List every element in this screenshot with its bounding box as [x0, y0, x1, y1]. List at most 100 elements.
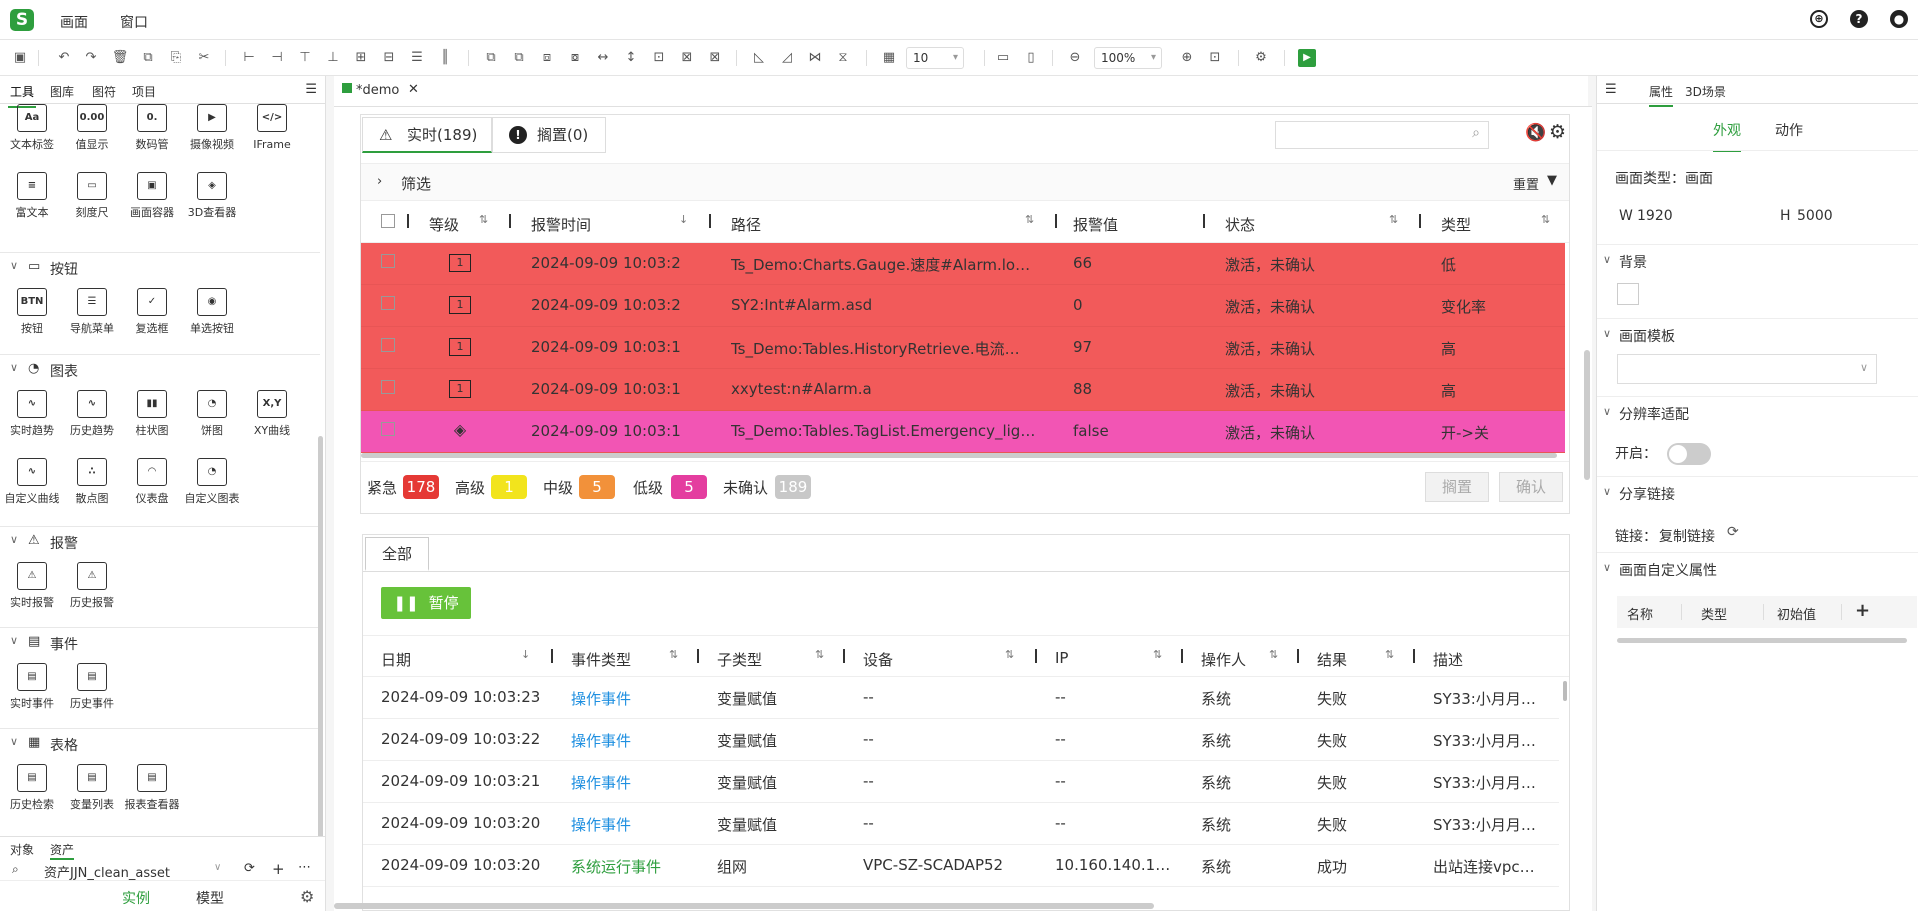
tab-action[interactable]: 动作: [1775, 120, 1803, 140]
delete-icon[interactable]: 🗑: [111, 49, 129, 67]
align-center-h-icon[interactable]: ⊞: [352, 49, 370, 67]
component-item[interactable]: ◔ 饼图: [182, 390, 242, 437]
event-type[interactable]: 操作事件: [571, 772, 631, 793]
col-alarm-value[interactable]: 报警值: [1073, 214, 1118, 235]
col-subtype[interactable]: 子类型: [717, 649, 762, 670]
component-item[interactable]: ▭ 刻度尺: [62, 172, 122, 219]
tab-objects[interactable]: 对象: [10, 841, 34, 858]
row-checkbox[interactable]: [381, 422, 395, 436]
canvas-v-scrollbar[interactable]: [1584, 350, 1590, 480]
component-item[interactable]: ▣ 画面容器: [122, 172, 182, 219]
same-size-icon[interactable]: ⊡: [650, 49, 668, 67]
section-chart[interactable]: ∨ ◔ 图表: [0, 354, 320, 382]
shelve-button[interactable]: 搁置: [1425, 472, 1489, 502]
section-alarm[interactable]: ∨ ⚠ 报警: [0, 526, 320, 554]
asset-select[interactable]: 资产JJN_clean_asset: [44, 862, 224, 881]
settings-icon[interactable]: ⚙: [1252, 49, 1270, 67]
rotate-back-icon[interactable]: ◿: [778, 49, 796, 67]
alarm-row[interactable]: 1 2024-09-09 10:03:19 Ts_Demo:Tables.Histo…: [361, 327, 1565, 369]
component-item[interactable]: ▤ 实时事件: [2, 663, 62, 710]
help-icon[interactable]: ?: [1850, 10, 1868, 28]
template-select[interactable]: ∨: [1617, 354, 1877, 384]
component-item[interactable]: ∿ 历史趋势: [62, 390, 122, 437]
component-item[interactable]: 0.00 值显示: [62, 104, 122, 151]
more-icon[interactable]: ⋯: [298, 860, 311, 875]
component-item[interactable]: BTN 按钮: [2, 288, 62, 335]
col-path[interactable]: 路径: [731, 214, 761, 235]
component-item[interactable]: ▶ 摄像视频: [182, 104, 242, 151]
bring-front-icon[interactable]: ⧉: [482, 49, 500, 67]
component-item[interactable]: ◠ 仪表盘: [122, 458, 182, 505]
select-all-checkbox[interactable]: [381, 214, 395, 228]
section-event[interactable]: ∨ ▤ 事件: [0, 627, 320, 655]
zoom-out-icon[interactable]: ⊖: [1066, 49, 1084, 67]
document-tab[interactable]: *demo ✕: [334, 76, 434, 106]
section-custom-props[interactable]: ∨ 画面自定义属性: [1597, 552, 1918, 584]
align-top-icon[interactable]: ⊤: [296, 49, 314, 67]
left-splitter[interactable]: [326, 76, 334, 911]
component-item[interactable]: ◔ 自定义图表: [182, 458, 242, 505]
component-item[interactable]: ▤ 报表查看器: [122, 764, 182, 811]
ruler-v-icon[interactable]: ▯: [1022, 49, 1040, 67]
tab-symbols[interactable]: 图符: [92, 83, 116, 100]
component-item[interactable]: ≡ 富文本: [2, 172, 62, 219]
sort-icon[interactable]: ⇅: [479, 213, 488, 226]
tab-shelved-alarm[interactable]: ! 搁置(0): [492, 117, 606, 153]
lock-icon[interactable]: ⊠: [678, 49, 696, 67]
alarm-h-scrollbar[interactable]: [361, 453, 1557, 458]
tab-model[interactable]: 模型: [196, 888, 224, 908]
paste-icon[interactable]: ⎘: [167, 49, 185, 67]
col-result[interactable]: 结果: [1317, 649, 1347, 670]
col-state[interactable]: 状态: [1225, 214, 1255, 235]
save-icon[interactable]: ▣: [11, 49, 29, 67]
event-type[interactable]: 操作事件: [571, 814, 631, 835]
component-item[interactable]: 0. 数码管: [122, 104, 182, 151]
tab-project[interactable]: 项目: [132, 83, 156, 100]
alarm-row[interactable]: 1 2024-09-09 10:03:19 xxytest:n#Alarm.a 88 激…: [361, 369, 1565, 411]
distribute-h-icon[interactable]: ☰: [408, 49, 426, 67]
alarm-row[interactable]: 1 2024-09-09 10:03:20 Ts_Demo:Charts.Gauge…: [361, 243, 1565, 285]
props-scrollbar[interactable]: [1617, 638, 1907, 643]
sort-icon[interactable]: ⇅: [1153, 648, 1162, 661]
height-input[interactable]: 5000: [1797, 208, 1833, 224]
sort-icon[interactable]: ⇅: [1269, 648, 1278, 661]
event-type[interactable]: 操作事件: [571, 688, 631, 709]
alarm-search-input[interactable]: ⌕: [1275, 121, 1489, 149]
component-item[interactable]: ▮▮ 柱状图: [122, 390, 182, 437]
background-color-picker[interactable]: [1617, 283, 1639, 305]
row-checkbox[interactable]: [381, 254, 395, 268]
section-background[interactable]: ∨ 背景: [1597, 244, 1918, 276]
tab-tools[interactable]: 工具: [7, 83, 37, 108]
component-item[interactable]: ☰ 导航菜单: [62, 288, 122, 335]
sort-desc-icon[interactable]: ↓: [679, 213, 688, 226]
tab-properties[interactable]: 属性: [1649, 83, 1674, 107]
sort-icon[interactable]: ⇅: [1005, 648, 1014, 661]
section-share-link[interactable]: ∨ 分享链接: [1597, 476, 1918, 508]
row-checkbox[interactable]: [381, 380, 395, 394]
add-property-icon[interactable]: +: [1855, 600, 1870, 621]
flip-h-icon[interactable]: ⋈: [806, 49, 824, 67]
redo-icon[interactable]: ↷: [82, 49, 100, 67]
cut-icon[interactable]: ✂: [195, 49, 213, 67]
row-checkbox[interactable]: [381, 296, 395, 310]
col-date[interactable]: 日期: [381, 649, 411, 670]
component-item[interactable]: Aa 文本标签: [2, 104, 62, 151]
ungroup-icon[interactable]: ⧇: [566, 49, 584, 67]
reset-button[interactable]: 重置: [1513, 174, 1539, 193]
sort-icon[interactable]: ⇅: [669, 648, 678, 661]
sort-desc-icon[interactable]: ↓: [521, 648, 530, 661]
group-icon[interactable]: ⧈: [538, 49, 556, 67]
grid-size-select[interactable]: 10 ▾: [906, 47, 964, 69]
component-item[interactable]: ⚠ 实时报警: [2, 562, 62, 609]
col-operator[interactable]: 操作人: [1201, 649, 1246, 670]
col-level[interactable]: 等级: [429, 214, 459, 235]
align-right-icon[interactable]: ⊣: [268, 49, 286, 67]
tab-assets[interactable]: 资产: [50, 841, 75, 860]
col-alarm-time[interactable]: 报警时间: [531, 214, 591, 235]
event-row[interactable]: 2024-09-09 10:03:22 操作事件 变量赋值 -- -- 系统 失败 SY33:…: [363, 719, 1559, 761]
align-left-icon[interactable]: ⊢: [240, 49, 258, 67]
tab-instance[interactable]: 实例: [122, 888, 150, 908]
component-item[interactable]: ⚠ 历史报警: [62, 562, 122, 609]
menu-screen[interactable]: 画面: [60, 12, 88, 32]
tab-gallery[interactable]: 图库: [50, 83, 74, 100]
